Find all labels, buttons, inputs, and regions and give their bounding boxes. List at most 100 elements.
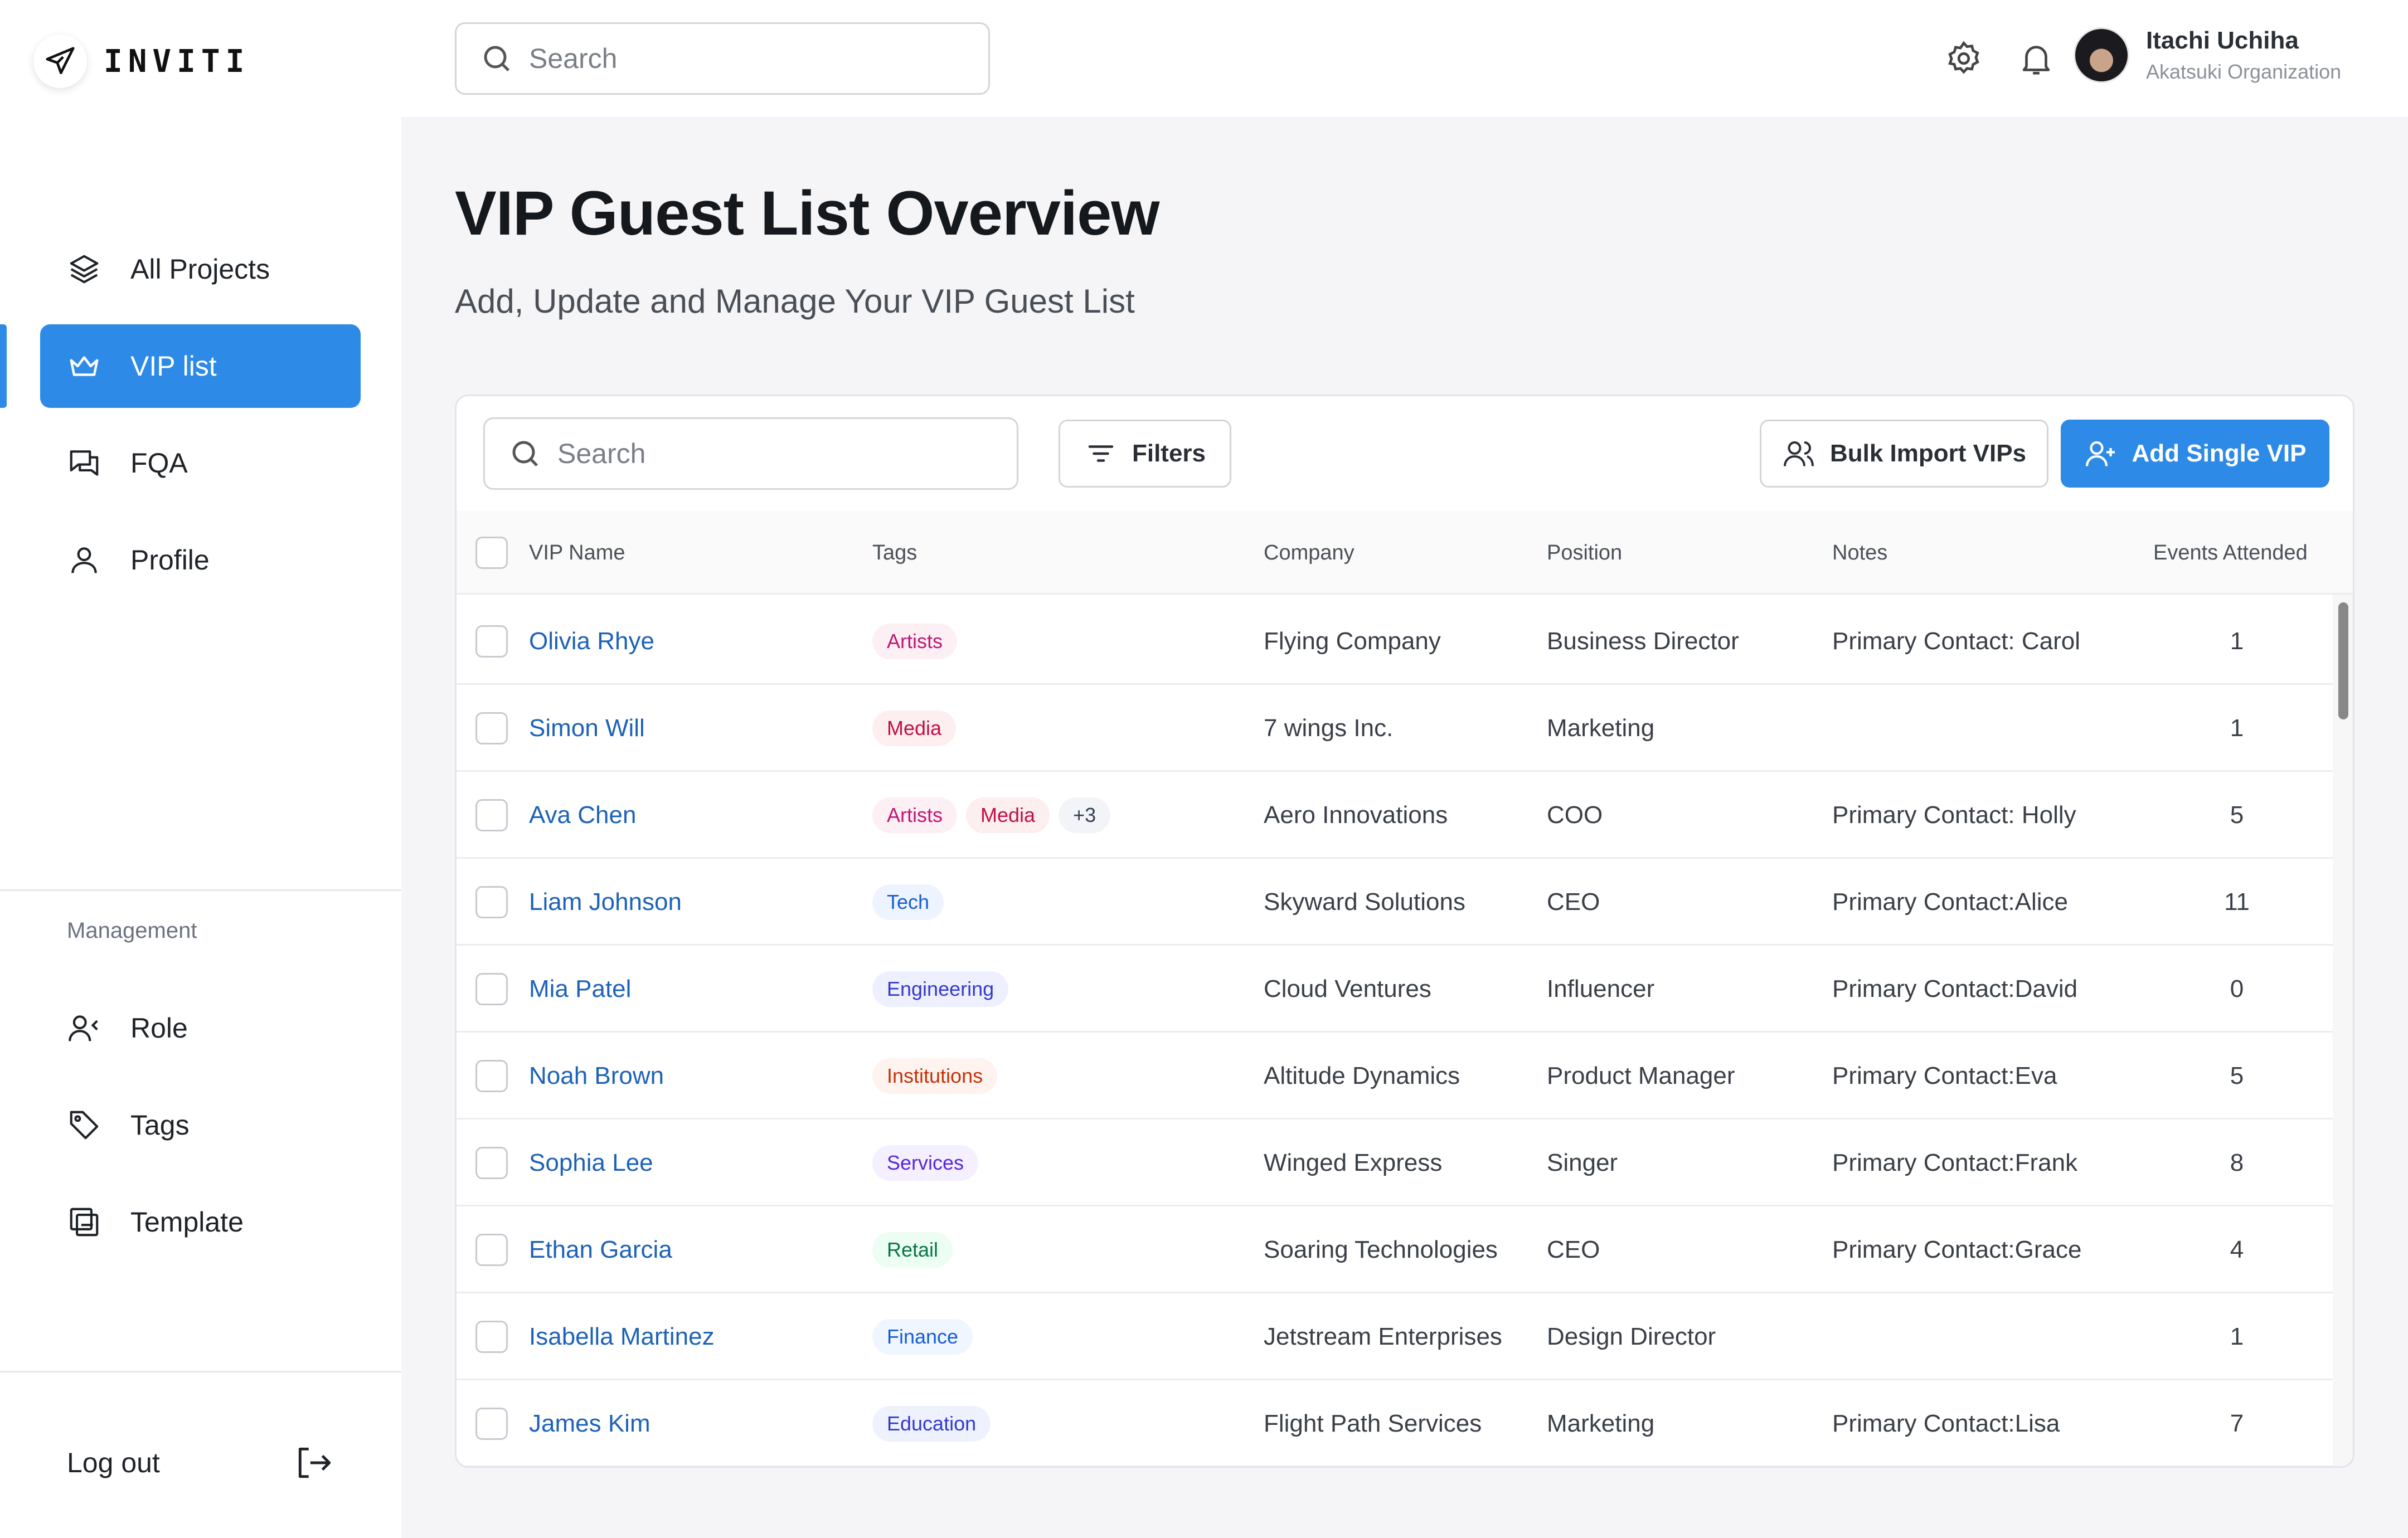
row-checkbox[interactable]	[475, 712, 508, 744]
table-row[interactable]: Olivia Rhye Artists Flying Company Business…	[457, 598, 2336, 685]
tags-cell: Artists	[872, 598, 966, 685]
events-attended-cell: 1	[2230, 714, 2244, 742]
tag-badge[interactable]: Finance	[872, 1319, 973, 1355]
tags-cell: Retail	[872, 1206, 962, 1293]
tag-badge[interactable]: Artists	[872, 624, 958, 659]
row-checkbox[interactable]	[475, 799, 508, 831]
sidebar-item-fqa[interactable]: FQA	[40, 421, 361, 505]
logo[interactable]: INVITI	[33, 33, 250, 89]
tags-cell: Education	[872, 1380, 999, 1466]
column-header-position[interactable]: Position	[1547, 511, 1622, 595]
tag-badge[interactable]: Media	[872, 710, 957, 746]
table-row[interactable]: Noah Brown Institutions Altitude Dynamics P…	[457, 1033, 2336, 1120]
gear-icon[interactable]	[1944, 39, 1983, 78]
row-checkbox[interactable]	[475, 1408, 508, 1440]
vip-name-link[interactable]: James Kim	[529, 1380, 650, 1466]
table-search-input[interactable]: Search	[483, 417, 1018, 490]
search-icon	[484, 46, 510, 72]
select-all-checkbox[interactable]	[475, 537, 508, 569]
bulk-import-button[interactable]: Bulk Import VIPs	[1760, 420, 2048, 488]
global-search-input[interactable]: Search	[455, 22, 990, 95]
table-row[interactable]: Simon Will Media 7 wings Inc. Marketing 1	[457, 685, 2336, 772]
vip-name-link[interactable]: Ethan Garcia	[529, 1206, 672, 1293]
column-header-vip-name[interactable]: VIP Name	[529, 511, 625, 595]
sidebar-item-all-projects[interactable]: All Projects	[40, 227, 361, 311]
add-single-vip-button[interactable]: Add Single VIP	[2061, 420, 2329, 488]
tag-icon	[70, 1111, 99, 1140]
scrollbar-thumb[interactable]	[2338, 602, 2348, 719]
row-checkbox[interactable]	[475, 1060, 508, 1092]
notes-cell: Primary Contact:Frank	[1832, 1149, 2078, 1176]
tag-badge[interactable]: Retail	[872, 1232, 953, 1268]
vip-name-link[interactable]: Liam Johnson	[529, 859, 682, 946]
column-header-company[interactable]: Company	[1264, 511, 1355, 595]
position-cell: Marketing	[1547, 1410, 1655, 1437]
events-attended-cell: 0	[2230, 975, 2244, 1002]
user-menu[interactable]: Itachi Uchiha Akatsuki Organization	[2074, 27, 2341, 84]
notes-cell: Primary Contact:Grace	[1832, 1236, 2082, 1263]
events-attended-cell: 4	[2230, 1236, 2244, 1263]
vip-name-link[interactable]: Noah Brown	[529, 1033, 664, 1120]
users-icon	[1783, 441, 1814, 466]
table-header: VIP Name Tags Company Position Notes Eve…	[457, 511, 2353, 595]
row-checkbox[interactable]	[475, 1234, 508, 1266]
sidebar-item-profile[interactable]: Profile	[40, 518, 361, 602]
page-title: VIP Guest List Overview	[455, 178, 1159, 248]
vip-name-link[interactable]: Olivia Rhye	[529, 598, 654, 685]
row-checkbox[interactable]	[475, 1321, 508, 1353]
table-row[interactable]: Mia Patel Engineering Cloud Ventures Influe…	[457, 946, 2336, 1033]
bell-icon[interactable]	[2017, 39, 2056, 78]
table-row[interactable]: Sophia Lee Services Winged Express Singer Pr…	[457, 1120, 2336, 1206]
logout-label: Log out	[67, 1447, 160, 1478]
sidebar-item-role[interactable]: Role	[40, 986, 361, 1070]
company-cell: Soaring Technologies	[1264, 1236, 1498, 1263]
tag-badge[interactable]: Tech	[872, 884, 944, 920]
company-cell: 7 wings Inc.	[1264, 714, 1394, 742]
sidebar-item-vip-list[interactable]: VIP list	[40, 324, 361, 408]
tag-badge[interactable]: Services	[872, 1145, 979, 1181]
tag-badge[interactable]: Education	[872, 1406, 991, 1442]
table-row[interactable]: James Kim Education Flight Path Services Ma…	[457, 1380, 2336, 1466]
logout-button[interactable]: Log out	[67, 1427, 334, 1499]
vip-name-link[interactable]: Ava Chen	[529, 772, 636, 859]
row-checkbox[interactable]	[475, 1147, 508, 1179]
table-row[interactable]: Ava Chen Artists Media +3 Aero Innovations CO…	[457, 772, 2336, 859]
tag-badge[interactable]: Institutions	[872, 1058, 998, 1094]
column-header-events-attended[interactable]: Events Attended	[2153, 511, 2308, 595]
position-cell: Product Manager	[1547, 1062, 1735, 1089]
table-row[interactable]: Isabella Martinez Finance Jetstream Enterp…	[457, 1293, 2336, 1380]
company-cell: Altitude Dynamics	[1264, 1062, 1460, 1089]
vip-name-link[interactable]: Isabella Martinez	[529, 1293, 715, 1380]
events-attended-cell: 11	[2224, 888, 2250, 916]
sidebar-item-label: VIP list	[130, 351, 217, 382]
column-header-notes[interactable]: Notes	[1832, 511, 1887, 595]
add-single-label: Add Single VIP	[2132, 440, 2307, 467]
row-checkbox[interactable]	[475, 625, 508, 658]
tag-badge[interactable]: Artists	[872, 797, 958, 833]
row-checkbox[interactable]	[475, 973, 508, 1005]
tag-badge[interactable]: +3	[1059, 797, 1111, 833]
tag-badge[interactable]: Engineering	[872, 971, 1009, 1007]
vip-name-link[interactable]: Sophia Lee	[529, 1120, 653, 1206]
company-cell: Winged Express	[1264, 1149, 1443, 1176]
filters-label: Filters	[1132, 440, 1206, 467]
events-attended-cell: 5	[2230, 1062, 2244, 1089]
sidebar-item-label: FQA	[130, 447, 188, 479]
tag-badge[interactable]: Media	[966, 797, 1050, 833]
table-row[interactable]: Liam Johnson Tech Skyward Solutions CEO Prim…	[457, 859, 2336, 946]
column-header-tags[interactable]: Tags	[872, 511, 917, 595]
notes-cell: Primary Contact:Alice	[1832, 888, 2069, 916]
table-row[interactable]: Ethan Garcia Retail Soaring Technologies CE…	[457, 1206, 2336, 1293]
vip-name-link[interactable]: Mia Patel	[529, 946, 631, 1033]
position-cell: Marketing	[1547, 714, 1655, 742]
position-cell: CEO	[1547, 888, 1600, 916]
row-checkbox[interactable]	[475, 886, 508, 918]
filters-button[interactable]: Filters	[1059, 420, 1231, 488]
sidebar-item-tags[interactable]: Tags	[40, 1083, 361, 1167]
company-cell: Flying Company	[1264, 627, 1441, 655]
vip-name-link[interactable]: Simon Will	[529, 685, 645, 772]
search-placeholder: Search	[557, 438, 646, 469]
avatar	[2074, 27, 2129, 83]
notes-cell: Primary Contact: Holly	[1832, 801, 2076, 829]
sidebar-item-template[interactable]: Template	[40, 1180, 361, 1264]
